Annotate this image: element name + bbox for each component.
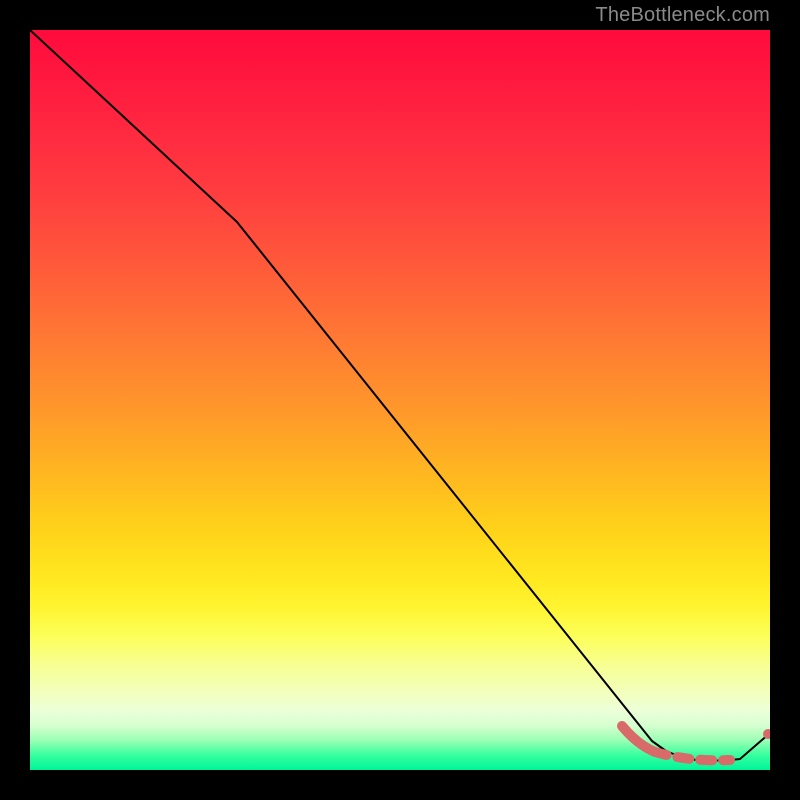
watermark-text: TheBottleneck.com bbox=[595, 4, 770, 27]
gradient-plot-area bbox=[30, 30, 770, 770]
chart-frame: TheBottleneck.com bbox=[0, 0, 800, 800]
